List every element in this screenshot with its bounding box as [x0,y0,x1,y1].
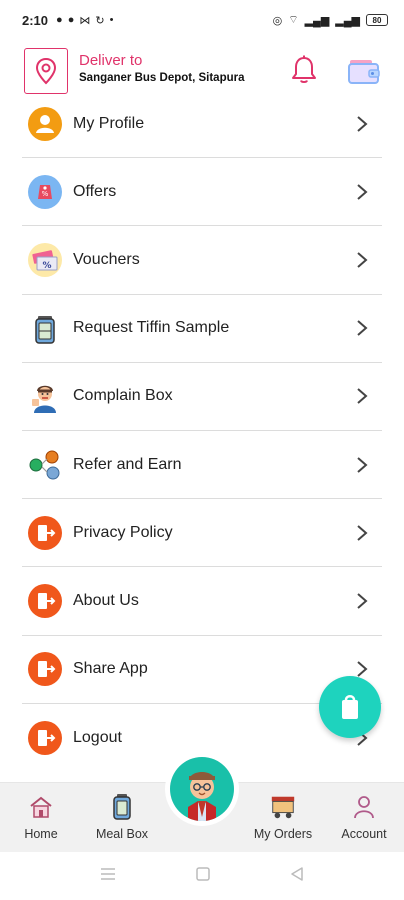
cast-icon: ⋈ [79,14,91,27]
delivery-address[interactable]: Sanganer Bus Depot, Sitapura [79,72,249,84]
sync-icon: ↻ [95,14,105,27]
menu-item-my-profile[interactable]: My Profile [22,90,382,159]
menu-item-vouchers[interactable]: % Vouchers [22,226,382,295]
svg-text:%: % [42,190,49,198]
chevron-right-icon [352,591,372,611]
home-square-icon[interactable] [196,866,210,886]
back-triangle-icon[interactable] [290,866,304,886]
exit-door-icon [27,720,63,756]
account-user-icon [350,793,378,821]
shopping-bag-icon [342,695,358,719]
menu-item-offers[interactable]: % Offers [22,158,382,227]
wifi-icon: ⌔ [288,14,299,26]
recents-icon[interactable] [100,867,116,886]
nav-meal-box-label: Meal Box [95,827,149,841]
system-navigation-bar [0,852,404,900]
message-icon: ● [56,13,63,26]
signal-icon: ▂▄▆ [304,14,330,27]
exit-door-icon [27,515,63,551]
menu-item-complain-box[interactable]: Complain Box [22,363,382,431]
menu-label: Complain Box [73,387,173,405]
location-status-icon: ◎ [272,14,283,27]
menu-item-request-tiffin-sample[interactable]: Request Tiffin Sample [22,295,382,363]
home-icon [27,793,55,821]
food-cart-icon [269,793,297,821]
nav-account[interactable]: Account [324,793,404,841]
chat-icon: ● [67,13,75,26]
chevron-right-icon [352,114,372,134]
notification-icons: ● ● ⋈ ↻ • [56,14,113,27]
svg-text:%: % [42,261,51,271]
exit-door-icon [27,583,63,619]
menu-label: Privacy Policy [73,523,173,541]
nav-my-orders[interactable]: My Orders [243,793,323,841]
meal-box-icon [108,793,136,821]
location-pin-icon [35,57,57,85]
chef-avatar-icon [188,772,216,821]
nav-home-label: Home [24,827,58,841]
nav-meal-box[interactable]: Meal Box [82,793,162,841]
avatar [170,757,234,821]
wallet-icon [348,60,380,84]
chevron-right-icon [352,523,372,543]
nav-account-label: Account [341,827,387,841]
deliver-to-label: Deliver to [79,52,143,69]
bell-icon [292,55,316,83]
menu-label: Offers [73,182,117,200]
chevron-right-icon [352,318,372,338]
nav-my-orders-label: My Orders [253,827,313,841]
cart-fab-button[interactable] [319,676,381,738]
notifications-button[interactable] [286,52,322,88]
account-menu: My Profile % Offers % Vouchers Request T… [22,90,382,772]
status-bar: 2:10 ● ● ⋈ ↻ • ◎ ⌔ ▂▄▆ ▂▄▆ 80 [0,0,404,40]
menu-label: My Profile [73,114,145,132]
chevron-right-icon [352,182,372,202]
complain-person-icon [27,378,63,414]
exit-door-icon [27,651,63,687]
center-profile-button[interactable] [165,752,239,826]
wallet-button[interactable] [344,52,384,88]
location-button[interactable] [24,48,68,94]
voucher-icon: % [27,242,63,278]
system-icons: ◎ ⌔ ▂▄▆ ▂▄▆ 80 [273,13,388,27]
menu-label: Request Tiffin Sample [73,319,230,337]
menu-label: Share App [73,660,148,678]
menu-item-about-us[interactable]: About Us [22,567,382,636]
nav-home[interactable]: Home [1,793,81,841]
menu-label: Logout [73,728,122,746]
menu-label: Refer and Earn [73,455,182,473]
chevron-right-icon [352,386,372,406]
offers-tag-icon: % [27,174,63,210]
chevron-right-icon [352,250,372,270]
menu-item-privacy-policy[interactable]: Privacy Policy [22,499,382,568]
chevron-right-icon [352,455,372,475]
status-time: 2:10 [22,12,49,28]
menu-label: About Us [73,591,139,609]
menu-item-refer-and-earn[interactable]: Refer and Earn [22,431,382,500]
battery-icon: 80 [366,14,388,26]
tiffin-icon [27,310,63,346]
profile-icon [27,106,63,142]
dot-icon: • [109,13,114,26]
refer-coins-icon [27,447,63,483]
signal-icon-2: ▂▄▆ [335,14,360,27]
menu-label: Vouchers [73,250,140,268]
